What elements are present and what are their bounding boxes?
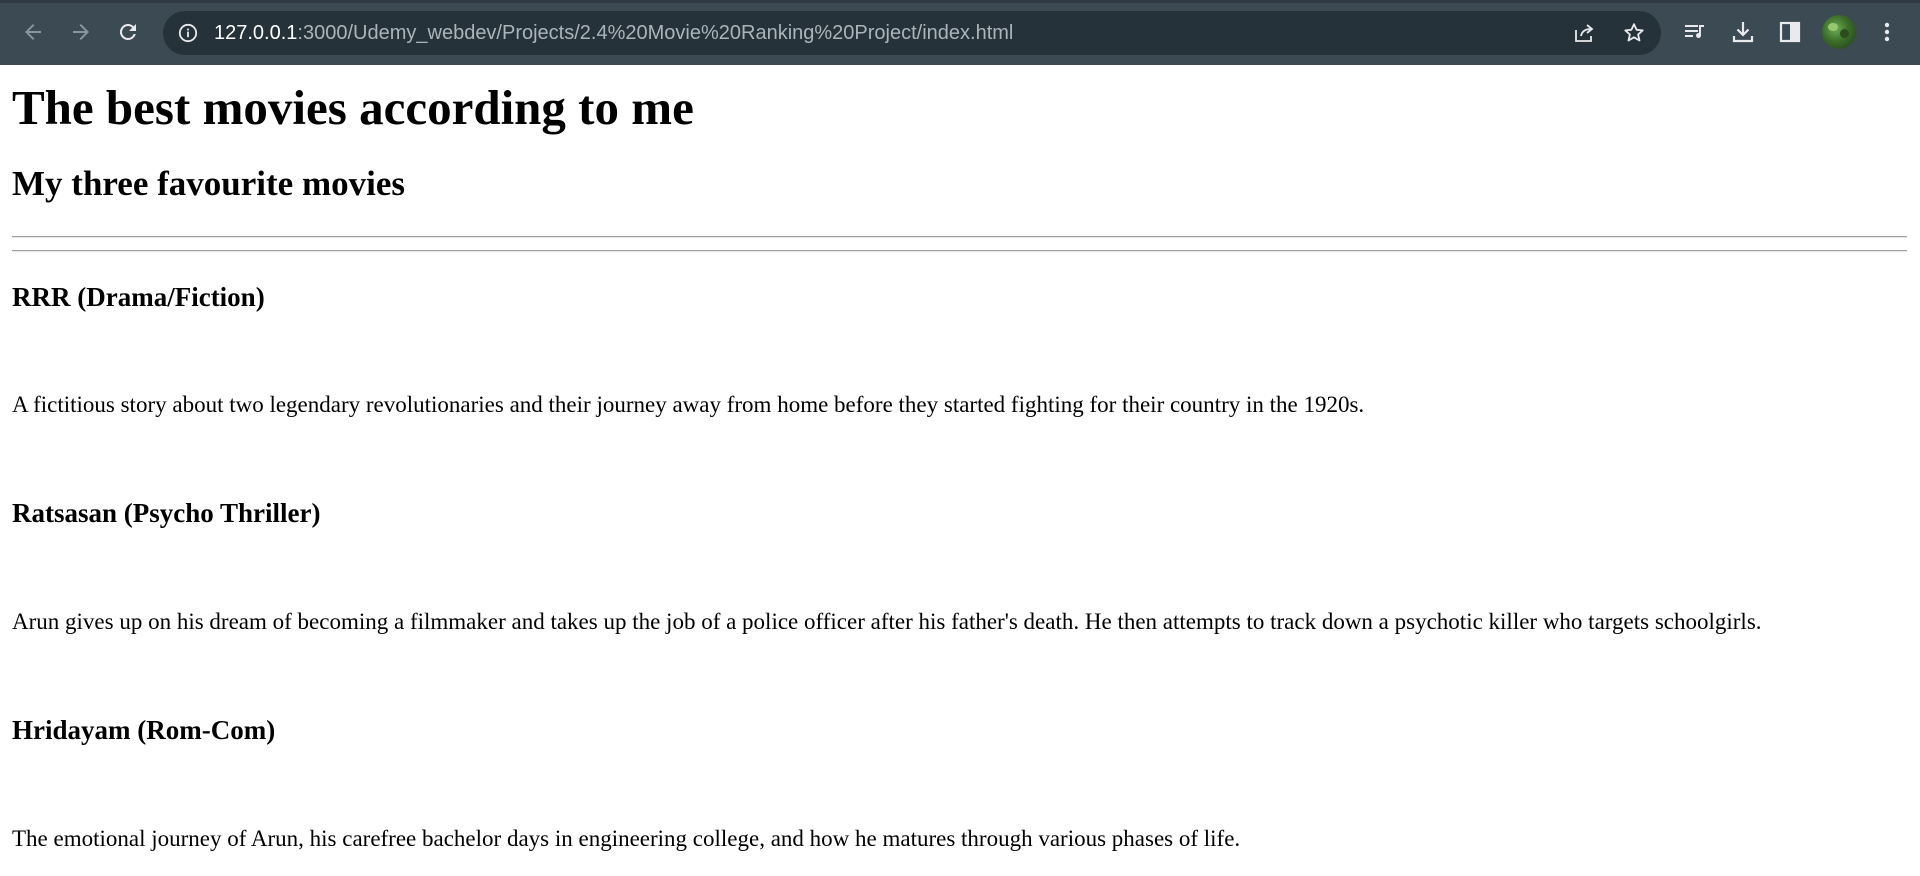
divider <box>12 250 1907 252</box>
movie-title: Ratsasan (Psycho Thriller) <box>12 498 321 528</box>
media-queue-icon[interactable] <box>1681 18 1709 46</box>
side-panel-icon[interactable] <box>1776 18 1804 46</box>
reload-icon <box>116 20 140 44</box>
divider <box>12 236 1907 238</box>
share-icon[interactable] <box>1572 21 1596 45</box>
page-subtitle: My three favourite movies <box>12 164 405 203</box>
address-bar[interactable]: 127.0.0.1:3000/Udemy_webdev/Projects/2.4… <box>163 11 1661 55</box>
url-path: :3000/Udemy_webdev/Projects/2.4%20Movie%… <box>297 22 1014 44</box>
url-text[interactable]: 127.0.0.1:3000/Udemy_webdev/Projects/2.4… <box>214 22 1013 44</box>
reload-button[interactable] <box>112 16 144 48</box>
tab-strip-edge <box>0 0 1920 3</box>
back-button[interactable] <box>17 16 49 48</box>
movie-description: A fictitious story about two legendary r… <box>12 392 1365 417</box>
movie-description: The emotional journey of Arun, his caref… <box>12 826 1241 851</box>
star-icon[interactable] <box>1622 21 1646 45</box>
page-content: The best movies according to me My three… <box>0 65 1920 876</box>
back-arrow-icon <box>21 20 45 44</box>
movie-description: Arun gives up on his dream of becoming a… <box>12 609 1762 634</box>
movie-title: RRR (Drama/Fiction) <box>12 282 265 312</box>
forward-button[interactable] <box>65 16 97 48</box>
browser-toolbar: 127.0.0.1:3000/Udemy_webdev/Projects/2.4… <box>0 0 1920 65</box>
info-icon[interactable] <box>178 23 198 43</box>
page-title: The best movies according to me <box>12 80 694 135</box>
profile-avatar[interactable] <box>1822 15 1856 49</box>
download-icon[interactable] <box>1729 18 1757 46</box>
kebab-menu-icon[interactable] <box>1873 18 1901 46</box>
forward-arrow-icon <box>69 20 93 44</box>
url-host: 127.0.0.1 <box>214 22 298 44</box>
movie-title: Hridayam (Rom-Com) <box>12 715 276 745</box>
